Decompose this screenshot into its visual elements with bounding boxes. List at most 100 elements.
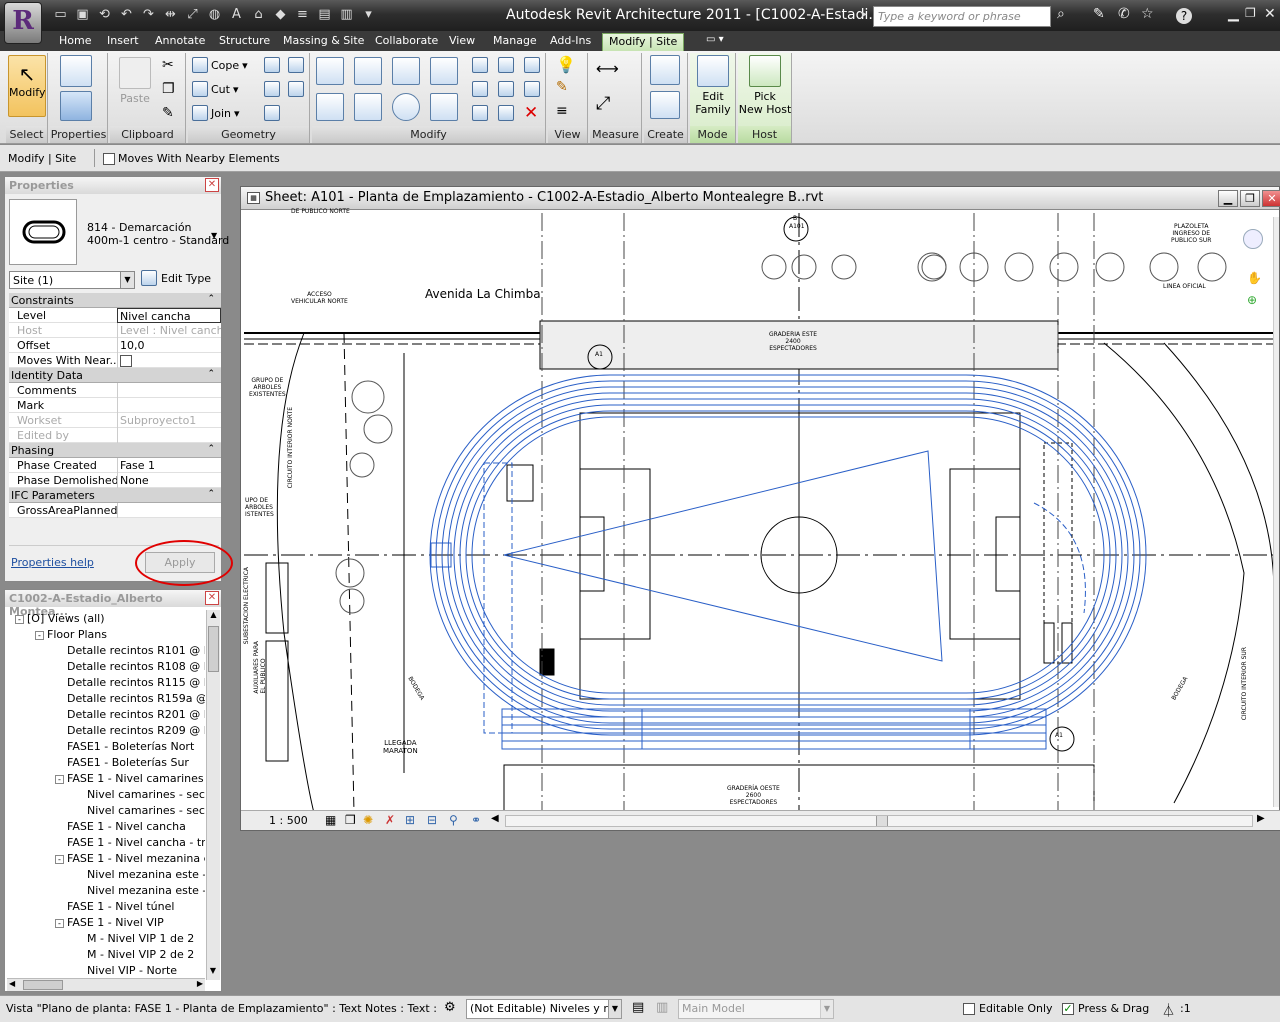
trim-icon[interactable]: [430, 93, 458, 121]
restore-icon[interactable]: ❐: [1245, 6, 1256, 20]
browser-item[interactable]: FASE 1 - Nivel cancha: [55, 820, 205, 833]
browser-item[interactable]: FASE1 - Boleterías Sur: [55, 756, 205, 769]
tag-icon[interactable]: ◍: [206, 6, 223, 23]
favorites-icon[interactable]: ☆: [1141, 6, 1154, 22]
browser-item[interactable]: Detalle recintos R159a @: [55, 692, 205, 705]
browser-item[interactable]: - FASE 1 - Nivel camarines: [55, 772, 205, 785]
property-value[interactable]: Fase 1: [117, 458, 221, 473]
tab-structure[interactable]: Structure: [213, 33, 276, 51]
save-icon[interactable]: ▣: [74, 6, 91, 23]
move-icon[interactable]: [316, 93, 344, 121]
browser-item[interactable]: FASE1 - Boleterías Nort: [55, 740, 205, 753]
split-icon[interactable]: [472, 57, 488, 73]
view-vertical-scrollbar[interactable]: [1273, 217, 1279, 807]
thin-lines-icon[interactable]: ≡: [294, 6, 311, 23]
browser-item[interactable]: M - Nivel VIP 1 de 2: [75, 932, 205, 945]
scroll-right-icon[interactable]: ▶: [1257, 813, 1265, 824]
binoculars-icon[interactable]: ⌕: [1057, 6, 1065, 22]
scroll-left-icon[interactable]: ◀: [9, 979, 15, 988]
sun-path-icon[interactable]: ✺: [363, 813, 373, 827]
browser-item[interactable]: Nivel mezanina este -: [75, 868, 205, 881]
communication-icon[interactable]: ✆: [1118, 6, 1130, 22]
zoom-icon[interactable]: ⊕: [1247, 293, 1257, 307]
site-plan-drawing[interactable]: [244, 213, 1274, 813]
collapse-icon[interactable]: ⌃: [207, 489, 215, 499]
minimize-icon[interactable]: ▁: [1228, 6, 1239, 22]
cope-button[interactable]: Cope ▾: [192, 57, 248, 73]
editing-requests-icon[interactable]: ▤: [632, 1000, 644, 1015]
browser-item[interactable]: Detalle recintos R209 @ P: [55, 724, 205, 737]
property-value[interactable]: [117, 383, 221, 398]
scroll-right-icon[interactable]: ▶: [197, 979, 203, 988]
scroll-up-icon[interactable]: ▲: [207, 610, 220, 624]
tab-home[interactable]: Home: [53, 33, 97, 51]
property-value[interactable]: 10,0: [117, 338, 221, 353]
cut-scissors-icon[interactable]: ✂: [162, 57, 174, 73]
dimension-icon[interactable]: ⤢: [184, 6, 201, 23]
3d-view-icon[interactable]: ⌂: [250, 6, 267, 23]
override-graphics-icon[interactable]: ✎: [556, 79, 568, 95]
tab-manage[interactable]: Manage: [487, 33, 543, 51]
rotate-icon[interactable]: [392, 93, 420, 121]
worksets-icon[interactable]: ⚙: [444, 1000, 456, 1015]
dropdown-icon[interactable]: ▾: [360, 6, 377, 23]
property-group[interactable]: Constraints ⌃: [9, 293, 221, 308]
collapse-icon[interactable]: ⌃: [207, 369, 215, 379]
redo-icon[interactable]: ↷: [140, 6, 157, 23]
browser-item[interactable]: FASE 1 - Nivel cancha - tra: [55, 836, 205, 849]
press-drag-checkbox[interactable]: [1062, 1003, 1074, 1015]
copy-element-icon[interactable]: [354, 93, 382, 121]
crop-region-icon[interactable]: ⊞: [405, 813, 415, 827]
collapse-icon[interactable]: -: [55, 774, 64, 784]
join-button[interactable]: Join ▾: [192, 105, 240, 121]
pick-new-host-button[interactable]: Pick New Host: [738, 55, 792, 116]
browser-item[interactable]: - FASE 1 - Nivel VIP: [55, 916, 205, 929]
collapse-icon[interactable]: ⌃: [207, 444, 215, 454]
browser-item[interactable]: Detalle recintos R201 @ P: [55, 708, 205, 721]
browser-item[interactable]: Nivel mezanina este -: [75, 884, 205, 897]
paste-button[interactable]: Paste: [114, 57, 156, 105]
temporary-hide-icon[interactable]: ⚲: [449, 813, 458, 827]
offset-icon[interactable]: [354, 57, 382, 85]
design-option-select[interactable]: Main Model ▼: [678, 999, 834, 1019]
scale-icon[interactable]: [498, 81, 514, 97]
property-group[interactable]: Phasing ⌃: [9, 443, 221, 458]
unpin-icon[interactable]: [524, 57, 540, 73]
view-restore-icon[interactable]: ❐: [1240, 190, 1260, 207]
type-selector[interactable]: 814 - Demarcación 400m-1 centro - Standa…: [5, 197, 229, 269]
property-checkbox[interactable]: [120, 355, 132, 367]
property-row[interactable]: Phase Demolished None: [9, 473, 221, 488]
property-row[interactable]: Phase Created Fase 1: [9, 458, 221, 473]
reveal-hidden-icon[interactable]: ⚭: [471, 813, 481, 827]
properties-help-link[interactable]: Properties help: [11, 556, 94, 569]
browser-vertical-scrollbar[interactable]: ▲ ▼: [206, 610, 220, 980]
collapse-icon[interactable]: ⌃: [207, 294, 215, 304]
application-menu-button[interactable]: R: [4, 2, 42, 44]
browser-item[interactable]: M - Nivel VIP 2 de 2: [75, 948, 205, 961]
scroll-left-icon[interactable]: ◀: [491, 813, 499, 824]
tab-collaborate[interactable]: Collaborate: [369, 33, 444, 51]
cut-button[interactable]: Cut ▾: [192, 81, 239, 97]
search-input[interactable]: Type a keyword or phrase: [873, 6, 1051, 27]
property-row[interactable]: Comments: [9, 383, 221, 398]
chevron-down-icon[interactable]: ▼: [820, 1000, 833, 1018]
array-icon[interactable]: [472, 81, 488, 97]
close-icon[interactable]: ✕: [205, 591, 219, 605]
view-minimize-icon[interactable]: ▁: [1218, 190, 1238, 207]
property-value[interactable]: None: [117, 473, 221, 488]
property-row[interactable]: GrossAreaPlanned: [9, 503, 221, 518]
trim-extend-icon[interactable]: [472, 105, 488, 121]
collapse-icon[interactable]: -: [55, 918, 64, 928]
expand-title-icon[interactable]: ▸: [862, 9, 867, 20]
detail-level-icon[interactable]: ▦: [325, 813, 336, 827]
shadows-icon[interactable]: ✗: [385, 813, 395, 827]
browser-item[interactable]: Nivel camarines - sec: [75, 788, 205, 801]
editable-only-checkbox[interactable]: [963, 1003, 975, 1015]
view-close-icon[interactable]: ✕: [1262, 190, 1280, 207]
sync-icon[interactable]: ⟲: [96, 6, 113, 23]
property-value[interactable]: [117, 398, 221, 413]
undo-icon[interactable]: ↶: [118, 6, 135, 23]
property-group[interactable]: Identity Data ⌃: [9, 368, 221, 383]
help-icon[interactable]: ?: [1176, 8, 1192, 24]
chevron-down-icon[interactable]: ▼: [120, 272, 134, 288]
